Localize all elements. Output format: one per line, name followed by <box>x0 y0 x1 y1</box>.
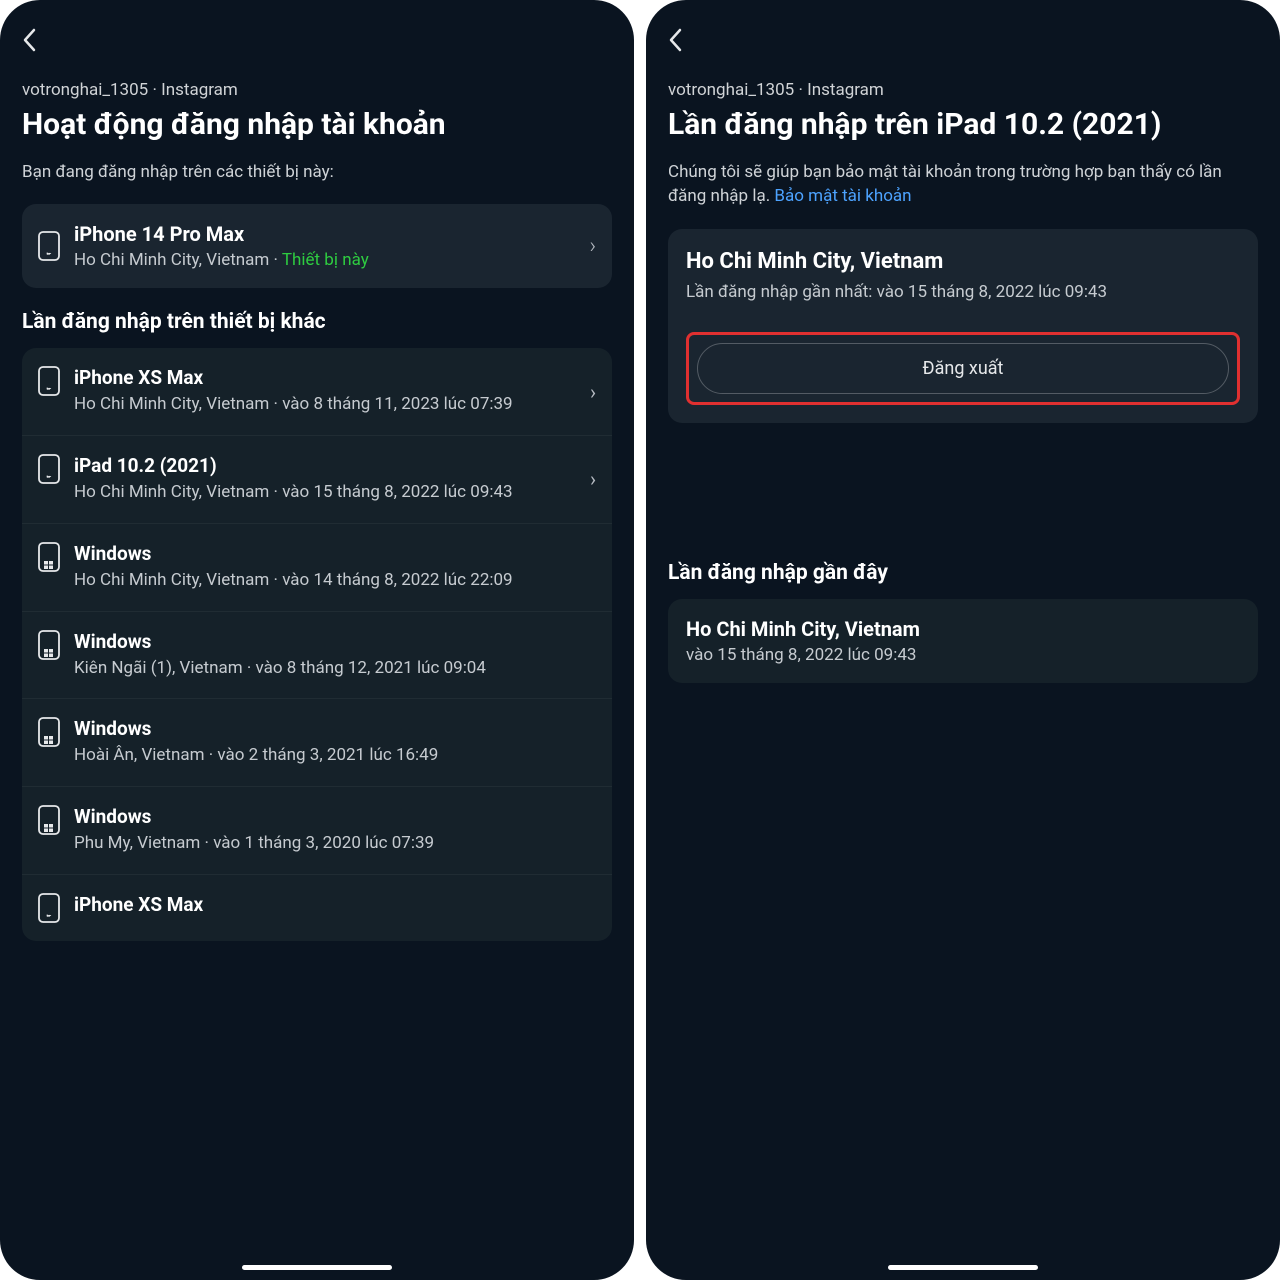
device-name: iPhone XS Max <box>74 893 596 916</box>
detail-last-login: Lần đăng nhập gần nhất: vào 15 tháng 8, … <box>686 280 1240 305</box>
windows-icon <box>38 717 60 747</box>
breadcrumb: votronghai_1305 · Instagram <box>22 80 612 100</box>
device-row[interactable]: Windows Ho Chi Minh City, Vietnam · vào 1… <box>22 524 612 612</box>
page-subtitle: Chúng tôi sẽ giúp bạn bảo mật tài khoản … <box>668 160 1258 209</box>
device-row[interactable]: iPad 10.2 (2021) Ho Chi Minh City, Vietna… <box>22 436 612 524</box>
device-sub: Hoài Ân, Vietnam · vào 2 tháng 3, 2021 l… <box>74 744 596 768</box>
phone-left: votronghai_1305 · Instagram Hoạt động đă… <box>0 0 634 1280</box>
home-indicator[interactable] <box>242 1265 392 1270</box>
chevron-right-icon: › <box>589 234 596 259</box>
device-row[interactable]: iPhone XS Max <box>22 875 612 941</box>
chevron-right-icon: › <box>590 380 596 404</box>
other-devices-list: iPhone XS Max Ho Chi Minh City, Vietnam ·… <box>22 348 612 941</box>
current-device-name: iPhone 14 Pro Max <box>74 222 575 246</box>
recent-location: Ho Chi Minh City, Vietnam <box>686 617 1240 641</box>
page-subtitle: Bạn đang đăng nhập trên các thiết bị này… <box>22 160 612 185</box>
device-name: iPhone XS Max <box>74 366 576 389</box>
device-row[interactable]: Windows Hoài Ân, Vietnam · vào 2 tháng 3,… <box>22 699 612 787</box>
logout-highlight: Đăng xuất <box>686 332 1240 405</box>
other-devices-heading: Lần đăng nhập trên thiết bị khác <box>22 310 612 334</box>
back-button[interactable] <box>668 28 1258 52</box>
device-sub: Kiên Ngãi (1), Vietnam · vào 8 tháng 12,… <box>74 657 596 681</box>
secure-account-link[interactable]: Bảo mật tài khoản <box>774 186 911 206</box>
recent-login-item[interactable]: Ho Chi Minh City, Vietnam vào 15 tháng 8… <box>668 599 1258 683</box>
device-sub: Ho Chi Minh City, Vietnam · vào 8 tháng … <box>74 393 576 417</box>
login-detail-card: Ho Chi Minh City, Vietnam Lần đăng nhập … <box>668 229 1258 424</box>
phone-apple-icon <box>38 366 60 396</box>
logout-button[interactable]: Đăng xuất <box>697 343 1229 394</box>
windows-icon <box>38 805 60 835</box>
detail-location: Ho Chi Minh City, Vietnam <box>686 249 1240 274</box>
current-device-card[interactable]: iPhone 14 Pro Max Ho Chi Minh City, Viet… <box>22 204 612 288</box>
chevron-right-icon: › <box>590 467 596 491</box>
phone-apple-icon <box>38 231 60 261</box>
back-button[interactable] <box>22 28 612 52</box>
current-device-location: Ho Chi Minh City, Vietnam <box>74 250 269 270</box>
device-name: Windows <box>74 717 596 740</box>
recent-time: vào 15 tháng 8, 2022 lúc 09:43 <box>686 645 1240 665</box>
device-name: Windows <box>74 805 596 828</box>
device-name: Windows <box>74 630 596 653</box>
breadcrumb: votronghai_1305 · Instagram <box>668 80 1258 100</box>
device-row[interactable]: Windows Phu My, Vietnam · vào 1 tháng 3, … <box>22 787 612 875</box>
device-name: iPad 10.2 (2021) <box>74 454 576 477</box>
device-row[interactable]: iPhone XS Max Ho Chi Minh City, Vietnam ·… <box>22 348 612 436</box>
windows-icon <box>38 542 60 572</box>
windows-icon <box>38 630 60 660</box>
phone-apple-icon <box>38 893 60 923</box>
device-row[interactable]: Windows Kiên Ngãi (1), Vietnam · vào 8 th… <box>22 612 612 700</box>
page-title: Hoạt động đăng nhập tài khoản <box>22 106 612 144</box>
recent-logins-heading: Lần đăng nhập gần đây <box>668 561 1258 585</box>
this-device-label: Thiết bị này <box>282 250 369 270</box>
device-sub: Phu My, Vietnam · vào 1 tháng 3, 2020 lú… <box>74 832 596 856</box>
device-sub: Ho Chi Minh City, Vietnam · vào 15 tháng… <box>74 481 576 505</box>
page-title: Lần đăng nhập trên iPad 10.2 (2021) <box>668 106 1258 144</box>
device-name: Windows <box>74 542 596 565</box>
device-sub: Ho Chi Minh City, Vietnam · vào 14 tháng… <box>74 569 596 593</box>
home-indicator[interactable] <box>888 1265 1038 1270</box>
phone-apple-icon <box>38 454 60 484</box>
phone-right: votronghai_1305 · Instagram Lần đăng nhậ… <box>646 0 1280 1280</box>
